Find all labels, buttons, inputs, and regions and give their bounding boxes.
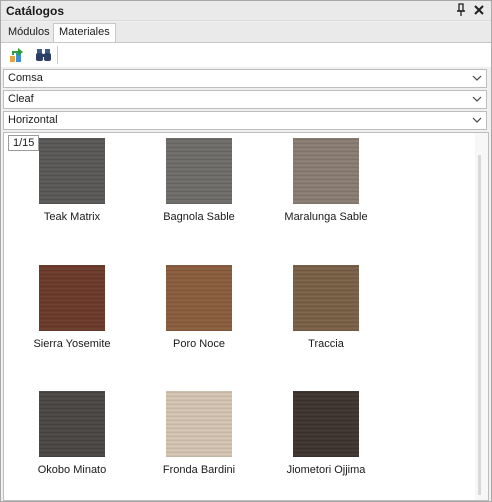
material-item[interactable]: Poro Noce xyxy=(139,265,259,365)
material-name: Poro Noce xyxy=(173,338,225,350)
material-item[interactable]: Jiometori Ojjima xyxy=(266,391,386,491)
material-swatch xyxy=(166,391,232,457)
chevron-down-icon xyxy=(472,73,482,83)
collection-select-value: Cleaf xyxy=(8,93,34,105)
material-item[interactable]: Traccia xyxy=(266,265,386,365)
material-item[interactable]: Okobo Minato xyxy=(12,391,132,491)
material-swatch xyxy=(293,265,359,331)
material-swatch xyxy=(293,138,359,204)
orientation-select-value: Horizontal xyxy=(8,114,58,126)
material-swatch xyxy=(166,265,232,331)
material-item[interactable]: Bagnola Sable xyxy=(139,138,259,238)
material-swatch xyxy=(39,138,105,204)
orientation-select[interactable]: Horizontal xyxy=(3,111,487,130)
panel-titlebar: Catálogos xyxy=(1,1,491,21)
toolbar xyxy=(1,42,491,67)
collection-select[interactable]: Cleaf xyxy=(3,90,487,109)
material-name: Jiometori Ojjima xyxy=(286,464,366,476)
material-item[interactable]: Sierra Yosemite xyxy=(12,265,132,365)
panel-title: Catálogos xyxy=(6,4,65,18)
material-swatch xyxy=(39,391,105,457)
material-item[interactable]: Maralunga Sable xyxy=(266,138,386,238)
tab-strip: Módulos Materiales xyxy=(1,22,491,43)
scrollbar-thumb[interactable] xyxy=(478,155,481,495)
material-name: Bagnola Sable xyxy=(163,211,235,223)
material-name: Sierra Yosemite xyxy=(33,338,111,350)
material-swatch xyxy=(39,265,105,331)
manufacturer-select[interactable]: Comsa xyxy=(3,69,487,88)
material-swatch xyxy=(166,138,232,204)
manufacturer-select-value: Comsa xyxy=(8,72,43,84)
pin-icon[interactable] xyxy=(453,3,469,19)
vertical-scrollbar[interactable] xyxy=(475,133,488,500)
binoculars-icon[interactable] xyxy=(34,46,54,64)
material-name: Traccia xyxy=(308,338,344,350)
material-name: Okobo Minato xyxy=(37,464,107,476)
toolbar-separator xyxy=(57,46,58,64)
material-name: Teak Matrix xyxy=(43,211,101,223)
tab-materiales[interactable]: Materiales xyxy=(53,23,116,43)
tab-modulos[interactable]: Módulos xyxy=(3,24,55,42)
material-item[interactable]: Teak Matrix xyxy=(12,138,132,238)
materials-list: Teak Matrix Bagnola Sable Maralunga Sabl… xyxy=(3,132,489,501)
material-swatch xyxy=(293,391,359,457)
refresh-arrow-icon[interactable] xyxy=(8,46,28,64)
materials-grid: Teak Matrix Bagnola Sable Maralunga Sabl… xyxy=(4,133,474,500)
material-name: Fronda Bardini xyxy=(162,464,236,476)
catalogs-panel: Catálogos Módulos Materiales Comsa Cleaf… xyxy=(0,0,492,502)
material-name: Maralunga Sable xyxy=(284,211,368,223)
chevron-down-icon xyxy=(472,115,482,125)
chevron-down-icon xyxy=(472,94,482,104)
material-item[interactable]: Fronda Bardini xyxy=(139,391,259,491)
close-icon[interactable] xyxy=(471,3,487,19)
page-indicator: 1/15 xyxy=(8,135,40,151)
